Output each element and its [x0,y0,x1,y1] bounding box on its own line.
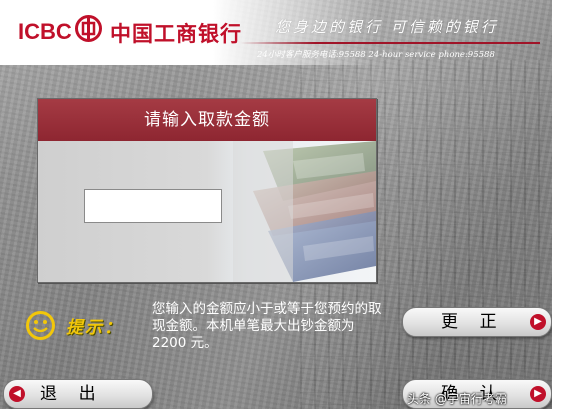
service-hotline: 24小时客户服务电话:95588 24-hour service phone:9… [257,50,495,60]
banknote-image [233,141,376,282]
correct-button[interactable]: 更 正 ▶ [402,307,552,337]
slogan: 您身边的银行 可信赖的银行 [275,18,499,36]
icbc-emblem-icon [75,15,102,42]
arrow-right-icon: ▶ [530,386,546,402]
frame-border-bottom [0,409,561,417]
exit-button-label: 退 出 [40,384,96,404]
panel-title: 请输入取款金额 [38,99,376,141]
correct-button-label: 更 正 [441,312,497,332]
smiley-icon [26,311,55,340]
amount-input[interactable] [84,189,222,223]
logo-chinese-name: 中国工商银行 [110,22,242,46]
arrow-left-icon: ◀ [9,386,25,402]
watermark: 头条 @宇宙行考霸 [407,392,507,406]
amount-panel: 请输入取款金额 [37,98,377,283]
logo-icbc-text: ICBC [18,19,72,44]
frame-border-right [552,0,561,417]
header-divider [240,42,540,44]
panel-body [38,141,376,282]
header: ICBC 中国工商银行 您身边的银行 可信赖的银行 24小时客户服务电话:955… [0,0,561,65]
tip-label: 提示： [66,318,123,338]
exit-button[interactable]: ◀ 退 出 [3,379,153,409]
arrow-right-icon: ▶ [530,314,546,330]
tip-text: 您输入的金额应小于或等于您预约的取现金额。本机单笔最大出钞金额为 2200 元。 [152,301,382,351]
